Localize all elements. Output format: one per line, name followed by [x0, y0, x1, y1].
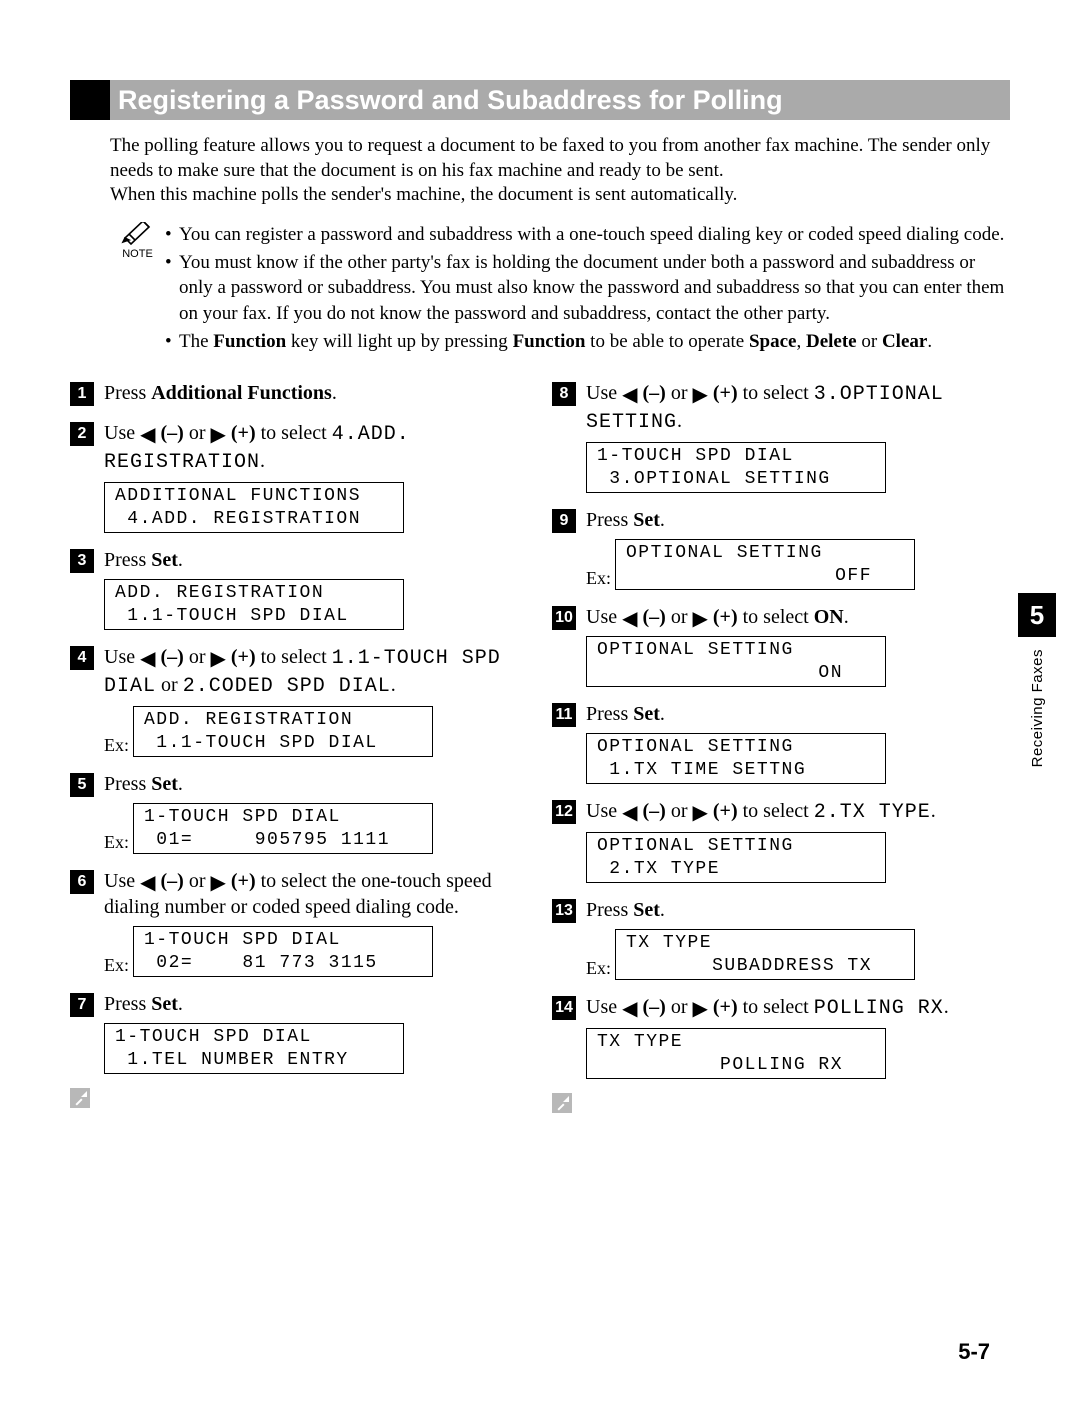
step-number: 7	[70, 993, 94, 1017]
step-1: 1 Press Additional Functions.	[70, 380, 528, 406]
lcd-display: OPTIONAL SETTING ON	[586, 636, 886, 687]
lcd-display: 1-TOUCH SPD DIAL 3.OPTIONAL SETTING	[586, 442, 886, 493]
step-number: 14	[552, 996, 576, 1020]
step-6: 6 Use ◀ (–) or ▶ (+) to select the one-t…	[70, 868, 528, 977]
continued-icon	[70, 1088, 528, 1113]
step-number: 3	[70, 549, 94, 573]
example-label: Ex:	[586, 567, 611, 590]
step-11: 11 Press Set. OPTIONAL SETTING 1.TX TIME…	[552, 701, 1010, 784]
intro-text: The polling feature allows you to reques…	[110, 134, 1010, 208]
example-label: Ex:	[104, 734, 129, 757]
steps-columns: 1 Press Additional Functions. 2 Use ◀ (–…	[70, 374, 1010, 1118]
lcd-display: OPTIONAL SETTING 1.TX TIME SETTNG	[586, 733, 886, 784]
right-arrow-icon: ▶	[211, 872, 226, 894]
note-item: The Function key will light up by pressi…	[165, 329, 1010, 355]
example-label: Ex:	[104, 954, 129, 977]
heading-square	[70, 80, 110, 120]
heading-title: Registering a Password and Subaddress fo…	[110, 80, 1010, 120]
step-text: Press Set.	[586, 701, 1010, 727]
example-label: Ex:	[104, 831, 129, 854]
left-arrow-icon: ◀	[140, 424, 155, 446]
note-label: NOTE	[122, 248, 153, 260]
chapter-number: 5	[1018, 593, 1056, 637]
right-arrow-icon: ▶	[211, 648, 226, 670]
left-arrow-icon: ◀	[622, 608, 637, 630]
step-number: 11	[552, 703, 576, 727]
lcd-display: OPTIONAL SETTING 2.TX TYPE	[586, 832, 886, 883]
section-heading: Registering a Password and Subaddress fo…	[70, 80, 1010, 120]
right-arrow-icon: ▶	[693, 998, 708, 1020]
step-number: 5	[70, 773, 94, 797]
step-text: Press Set.	[104, 547, 528, 573]
step-text: Use ◀ (–) or ▶ (+) to select 1.1-TOUCH S…	[104, 644, 528, 700]
step-14: 14 Use ◀ (–) or ▶ (+) to select POLLING …	[552, 994, 1010, 1079]
step-text: Press Set.	[104, 991, 528, 1017]
step-text: Press Set.	[104, 771, 528, 797]
step-text: Use ◀ (–) or ▶ (+) to select ON.	[586, 604, 1010, 630]
chapter-tab: 5 Receiving Faxes	[1018, 593, 1056, 767]
right-column: 8 Use ◀ (–) or ▶ (+) to select 3.OPTIONA…	[552, 374, 1010, 1118]
step-number: 8	[552, 382, 576, 406]
step-2: 2 Use ◀ (–) or ▶ (+) to select 4.ADD. RE…	[70, 420, 528, 533]
lcd-display: 1-TOUCH SPD DIAL 01= 905795 1111	[133, 803, 433, 854]
step-number: 13	[552, 899, 576, 923]
left-arrow-icon: ◀	[622, 384, 637, 406]
step-number: 6	[70, 870, 94, 894]
step-number: 12	[552, 800, 576, 824]
lcd-display: TX TYPE POLLING RX	[586, 1028, 886, 1079]
step-number: 4	[70, 646, 94, 670]
continued-icon	[552, 1093, 1010, 1118]
step-text: Press Set.	[586, 897, 1010, 923]
lcd-display: ADD. REGISTRATION 1.1-TOUCH SPD DIAL	[133, 706, 433, 757]
lcd-display: TX TYPE SUBADDRESS TX	[615, 929, 915, 980]
step-text: Use ◀ (–) or ▶ (+) to select 2.TX TYPE.	[586, 798, 1010, 826]
step-text: Press Set.	[586, 507, 1010, 533]
step-7: 7 Press Set. 1-TOUCH SPD DIAL 1.TEL NUMB…	[70, 991, 528, 1074]
step-number: 9	[552, 509, 576, 533]
step-text: Use ◀ (–) or ▶ (+) to select 4.ADD. REGI…	[104, 420, 528, 476]
lcd-display: 1-TOUCH SPD DIAL 02= 81 773 3115	[133, 926, 433, 977]
note-icon: NOTE	[110, 222, 165, 356]
step-text: Use ◀ (–) or ▶ (+) to select 3.OPTIONAL …	[586, 380, 1010, 436]
step-text: Use ◀ (–) or ▶ (+) to select POLLING RX.	[586, 994, 1010, 1022]
left-arrow-icon: ◀	[622, 998, 637, 1020]
right-arrow-icon: ▶	[693, 802, 708, 824]
lcd-display: ADDITIONAL FUNCTIONS 4.ADD. REGISTRATION	[104, 482, 404, 533]
note-item: You can register a password and subaddre…	[165, 222, 1010, 248]
step-8: 8 Use ◀ (–) or ▶ (+) to select 3.OPTIONA…	[552, 380, 1010, 493]
step-5: 5 Press Set. Ex:1-TOUCH SPD DIAL 01= 905…	[70, 771, 528, 854]
right-arrow-icon: ▶	[693, 384, 708, 406]
step-12: 12 Use ◀ (–) or ▶ (+) to select 2.TX TYP…	[552, 798, 1010, 883]
step-number: 10	[552, 606, 576, 630]
step-text: Press Additional Functions.	[104, 380, 528, 406]
left-column: 1 Press Additional Functions. 2 Use ◀ (–…	[70, 374, 528, 1118]
step-number: 1	[70, 382, 94, 406]
left-arrow-icon: ◀	[140, 648, 155, 670]
example-label: Ex:	[586, 957, 611, 980]
note-list: You can register a password and subaddre…	[165, 222, 1010, 356]
chapter-label: Receiving Faxes	[1029, 649, 1046, 767]
step-13: 13 Press Set. Ex:TX TYPE SUBADDRESS TX	[552, 897, 1010, 980]
step-10: 10 Use ◀ (–) or ▶ (+) to select ON. OPTI…	[552, 604, 1010, 687]
right-arrow-icon: ▶	[211, 424, 226, 446]
step-9: 9 Press Set. Ex:OPTIONAL SETTING OFF	[552, 507, 1010, 590]
step-number: 2	[70, 422, 94, 446]
note-block: NOTE You can register a password and sub…	[110, 222, 1010, 356]
lcd-display: OPTIONAL SETTING OFF	[615, 539, 915, 590]
left-arrow-icon: ◀	[140, 872, 155, 894]
note-item: You must know if the other party's fax i…	[165, 250, 1010, 327]
right-arrow-icon: ▶	[693, 608, 708, 630]
lcd-display: ADD. REGISTRATION 1.1-TOUCH SPD DIAL	[104, 579, 404, 630]
step-3: 3 Press Set. ADD. REGISTRATION 1.1-TOUCH…	[70, 547, 528, 630]
lcd-display: 1-TOUCH SPD DIAL 1.TEL NUMBER ENTRY	[104, 1023, 404, 1074]
page-number: 5-7	[958, 1339, 990, 1365]
left-arrow-icon: ◀	[622, 802, 637, 824]
step-4: 4 Use ◀ (–) or ▶ (+) to select 1.1-TOUCH…	[70, 644, 528, 757]
step-text: Use ◀ (–) or ▶ (+) to select the one-tou…	[104, 868, 528, 920]
